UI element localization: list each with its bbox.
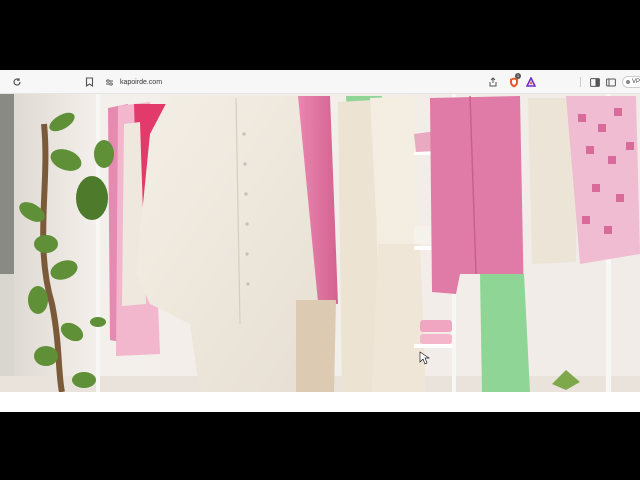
brave-shield-icon[interactable]: 1: [507, 73, 521, 89]
site-info-icon[interactable]: [102, 75, 116, 89]
toolbar-divider: [580, 77, 581, 87]
vpn-status-dot: [626, 80, 630, 84]
reload-icon[interactable]: [10, 75, 24, 89]
page-below-hero: [0, 392, 640, 412]
browser-toolbar: kapoirde.com 1 VP: [0, 70, 640, 94]
video-letterbox-top: [0, 0, 640, 70]
vpn-label: VP: [632, 79, 640, 85]
vpn-button[interactable]: VP: [622, 76, 640, 88]
shield-count-badge: 1: [515, 73, 521, 79]
url-text[interactable]: kapoirde.com: [120, 79, 162, 86]
sidebar-icon[interactable]: [588, 75, 602, 89]
bookmark-icon[interactable]: [82, 75, 96, 89]
rewards-triangle-icon[interactable]: [524, 75, 538, 89]
wallet-icon[interactable]: [604, 75, 618, 89]
hero-image-clothing-rack: [0, 94, 640, 392]
video-letterbox-bottom: [0, 412, 640, 480]
address-bar[interactable]: kapoirde.com: [102, 75, 162, 89]
browser-window: kapoirde.com 1 VP: [0, 70, 640, 412]
share-icon[interactable]: [486, 75, 500, 89]
